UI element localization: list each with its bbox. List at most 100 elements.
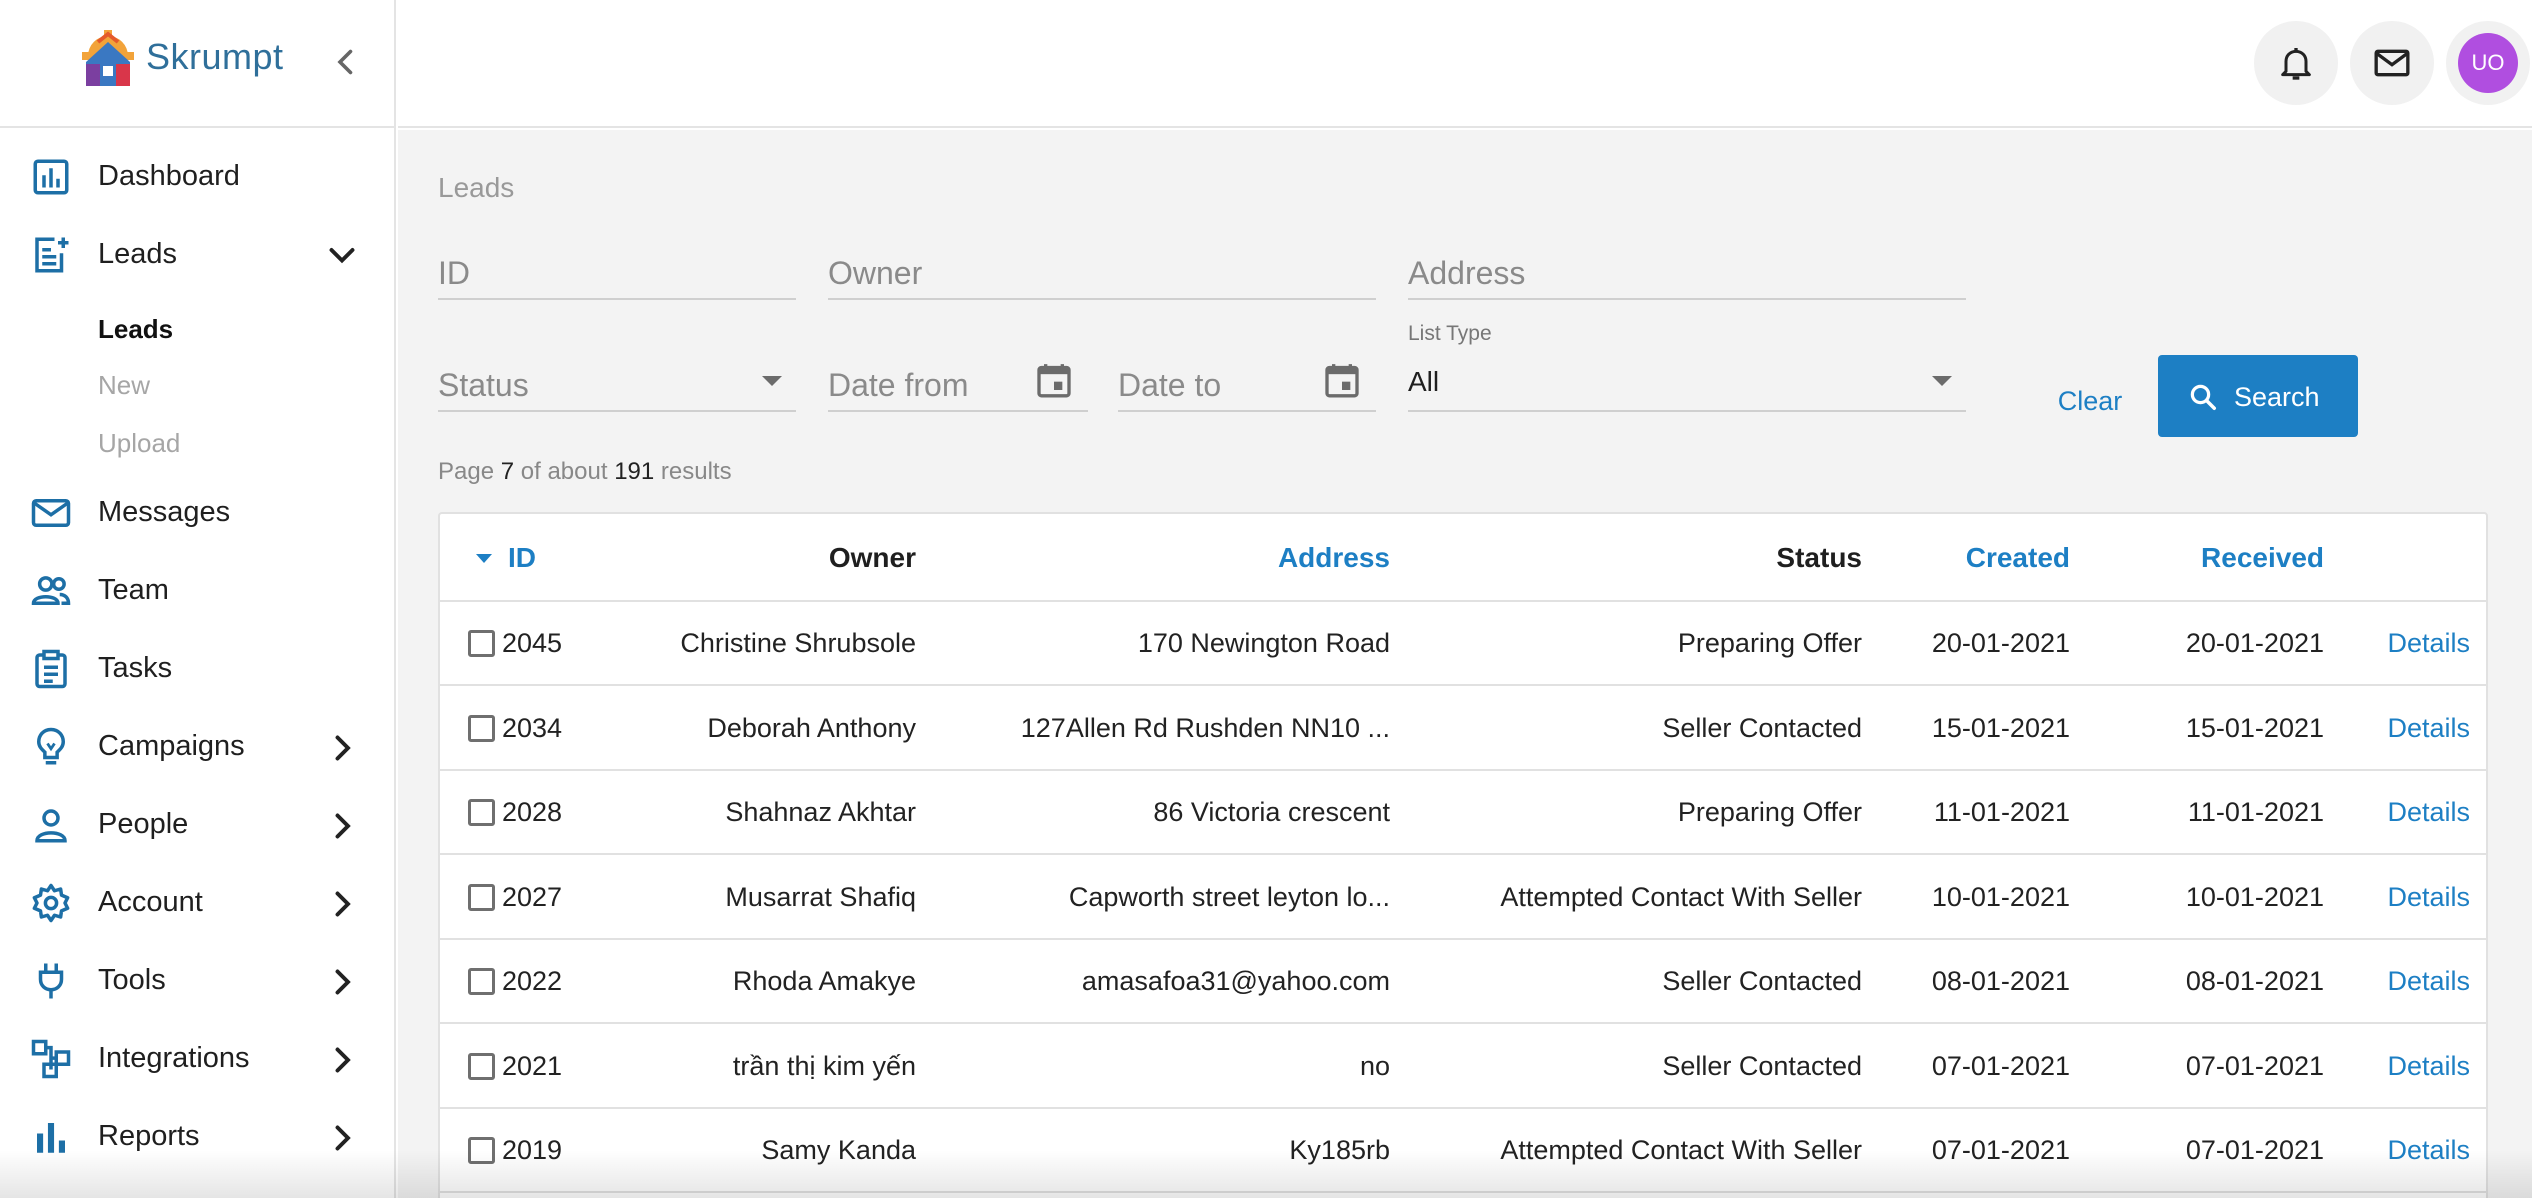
chevron-right-icon xyxy=(335,735,351,761)
owner-filter-input[interactable] xyxy=(828,255,1376,292)
breadcrumb: Leads xyxy=(438,172,515,203)
sidebar-subitem-new[interactable]: New xyxy=(98,370,150,401)
skrumpt-logo[interactable] xyxy=(68,20,148,92)
sort-descending-icon[interactable] xyxy=(476,554,492,563)
plug-icon xyxy=(38,963,64,999)
sidebar-item-label: Dashboard xyxy=(98,160,240,192)
sidebar-item-tools[interactable]: Tools xyxy=(0,944,396,1014)
table-row: 2019 Samy Kanda Ky185rb Attempted Contact W… xyxy=(440,1109,2486,1193)
chevron-right-icon xyxy=(335,891,351,917)
row-checkbox[interactable] xyxy=(468,630,495,657)
cell-id: 2022 xyxy=(502,966,563,996)
sidebar-item-tasks[interactable]: Tasks xyxy=(0,632,396,702)
calendar-icon[interactable] xyxy=(1034,360,1074,400)
list-type-select[interactable]: All xyxy=(1408,352,1966,412)
column-header-id[interactable]: ID xyxy=(508,542,536,574)
cell-id: 2045 xyxy=(502,628,563,658)
sidebar-item-account[interactable]: Account xyxy=(0,866,396,936)
gear-icon xyxy=(32,883,70,923)
sidebar-subitem-leads[interactable]: Leads xyxy=(98,314,173,345)
results-summary: Page 7 of about 191 results xyxy=(438,458,732,486)
table-row: 2045 Christine Shrubsole 170 Newington Roa… xyxy=(440,602,2486,686)
table-row: 2022 Rhoda Amakye amasafoa31@yahoo.com Sell… xyxy=(440,940,2486,1024)
mail-icon xyxy=(2374,49,2410,77)
cell-received: 07-01-2021 xyxy=(2185,1135,2324,1165)
list-type-value: All xyxy=(1408,366,1440,397)
topbar: UO xyxy=(398,0,2532,128)
cell-owner: Rhoda Amakye xyxy=(732,966,916,996)
column-header-owner: Owner xyxy=(828,542,916,573)
sidebar-item-leads[interactable]: Leads xyxy=(0,218,396,288)
person-icon xyxy=(35,809,67,843)
cell-id: 2021 xyxy=(502,1050,563,1081)
cell-created: 08-01-2021 xyxy=(1931,966,2070,996)
details-link[interactable]: Details xyxy=(2387,628,2470,659)
cell-received: 10-01-2021 xyxy=(2185,881,2324,912)
cell-owner: Musarrat Shafiq xyxy=(725,881,916,912)
calendar-icon[interactable] xyxy=(1322,360,1362,400)
dropdown-caret-icon xyxy=(762,376,782,386)
messages-button[interactable] xyxy=(2350,21,2434,105)
cell-created: 20-01-2021 xyxy=(1931,628,2070,658)
sidebar-item-label: Campaigns xyxy=(98,730,245,762)
notifications-button[interactable] xyxy=(2254,21,2338,105)
sidebar-item-reports[interactable]: Reports xyxy=(0,1100,396,1170)
chevron-right-icon xyxy=(335,969,351,995)
cell-status: Seller Contacted xyxy=(1662,712,1862,743)
cell-status: Seller Contacted xyxy=(1662,1050,1862,1081)
sidebar-item-label: People xyxy=(98,808,189,840)
sidebar-item-dashboard[interactable]: Dashboard xyxy=(0,140,396,210)
cell-received: 20-01-2021 xyxy=(2185,628,2324,658)
sidebar-item-integrations[interactable]: Integrations xyxy=(0,1022,396,1092)
cell-received: 15-01-2021 xyxy=(2185,712,2324,743)
row-checkbox[interactable] xyxy=(468,1137,495,1164)
cell-status: Seller Contacted xyxy=(1662,966,1862,996)
address-filter-input[interactable] xyxy=(1408,255,1966,292)
table-row: 2028 Shahnaz Akhtar 86 Victoria crescent Pr… xyxy=(440,771,2486,855)
details-link[interactable]: Details xyxy=(2387,1135,2470,1166)
sidebar-item-team[interactable]: Team xyxy=(0,554,396,624)
results-prefix: Page xyxy=(438,458,495,485)
clear-button[interactable]: Clear xyxy=(2038,378,2142,424)
cell-status: Preparing Offer xyxy=(1677,628,1862,658)
row-checkbox[interactable] xyxy=(468,968,495,995)
user-avatar-button[interactable]: UO xyxy=(2446,21,2530,105)
details-link[interactable]: Details xyxy=(2387,882,2470,913)
cell-address: amasafoa31@yahoo.com xyxy=(1081,966,1390,996)
details-link[interactable]: Details xyxy=(2387,966,2470,997)
search-button-label: Search xyxy=(2234,382,2320,412)
date-from-field xyxy=(828,342,1088,412)
cell-id: 2027 xyxy=(502,881,563,912)
mail-icon xyxy=(31,499,71,527)
sidebar-item-people[interactable]: People xyxy=(0,788,396,858)
id-filter-input[interactable] xyxy=(438,255,796,292)
row-checkbox[interactable] xyxy=(468,883,495,911)
dropdown-caret-icon xyxy=(1932,376,1952,386)
details-link[interactable]: Details xyxy=(2387,797,2470,828)
table-row: 2027 Musarrat Shafiq Capworth street leyto… xyxy=(440,856,2486,940)
column-header-created[interactable]: Created xyxy=(1966,542,2070,574)
status-filter-input[interactable] xyxy=(438,367,796,404)
cell-created: 07-01-2021 xyxy=(1931,1050,2070,1081)
status-filter-select[interactable] xyxy=(438,342,796,412)
sidebar: Skrumpt Dashboard Leads Leads New Upload… xyxy=(0,0,396,1198)
dashboard-icon xyxy=(33,159,69,195)
column-header-received[interactable]: Received xyxy=(2201,542,2324,574)
collapse-sidebar-chevron-left-icon[interactable] xyxy=(328,44,364,80)
avatar-initials: UO xyxy=(2458,33,2518,93)
sidebar-item-messages[interactable]: Messages xyxy=(0,476,396,546)
cell-owner: Deborah Anthony xyxy=(707,712,916,743)
cell-address: no xyxy=(1359,1050,1390,1081)
row-checkbox[interactable] xyxy=(468,799,495,826)
details-link[interactable]: Details xyxy=(2387,1051,2470,1082)
row-checkbox[interactable] xyxy=(468,714,495,742)
cell-owner: Shahnaz Akhtar xyxy=(725,797,916,827)
sidebar-subitem-upload[interactable]: Upload xyxy=(98,428,180,459)
lightbulb-icon xyxy=(36,727,66,765)
sidebar-item-campaigns[interactable]: Campaigns xyxy=(0,710,396,780)
search-button[interactable]: Search xyxy=(2158,355,2358,437)
row-checkbox[interactable] xyxy=(468,1052,495,1080)
details-link[interactable]: Details xyxy=(2387,713,2470,744)
column-header-address[interactable]: Address xyxy=(1278,542,1390,574)
id-filter-field xyxy=(438,230,796,300)
